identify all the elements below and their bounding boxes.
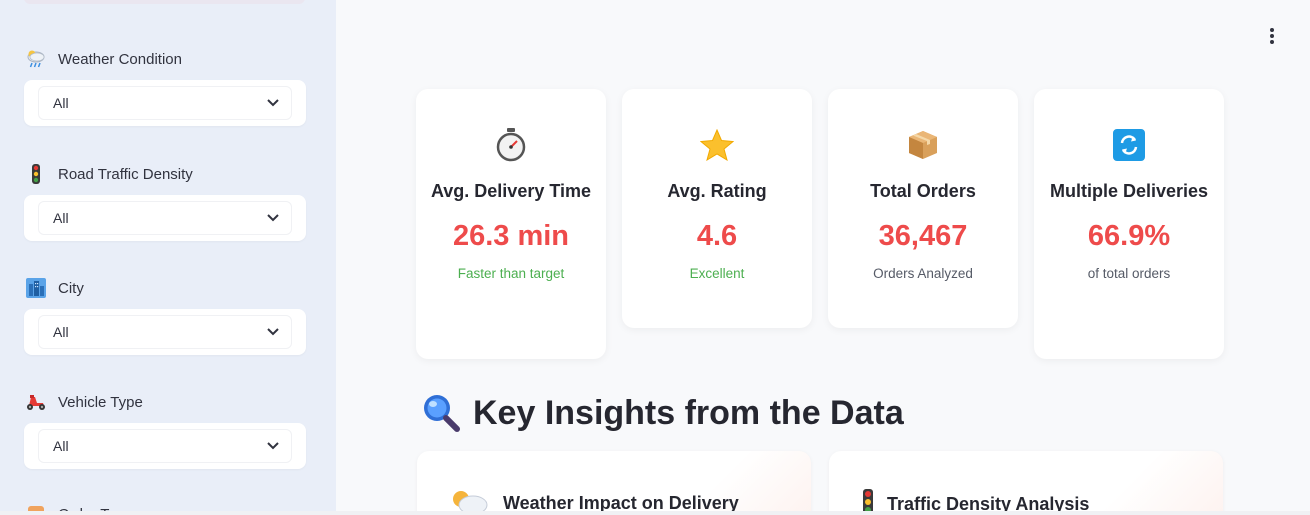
filter-traffic-label: Road Traffic Density [24, 163, 306, 185]
metric-value: 26.3 min [452, 220, 570, 252]
insight-card-traffic: Traffic Density Analysis [829, 451, 1223, 515]
chevron-down-icon [267, 328, 279, 336]
scooter-icon [24, 392, 48, 412]
sidebar: Weather Condition All Road Traffic Densi… [0, 0, 336, 515]
metric-value: 4.6 [696, 220, 738, 252]
metric-subtext: of total orders [1087, 266, 1171, 281]
metric-card-delivery-time: Avg. Delivery Time 26.3 min Faster than … [416, 89, 606, 359]
star-icon [622, 125, 812, 165]
select-value: All [53, 438, 69, 454]
filter-vehicle: Vehicle Type All [24, 391, 306, 469]
kebab-menu-icon[interactable] [1263, 26, 1281, 46]
chevron-down-icon [267, 214, 279, 222]
metric-title: Avg. Rating [667, 181, 767, 201]
metric-card-total-orders: Total Orders 36,467 Orders Analyzed [828, 89, 1018, 328]
stopwatch-icon [416, 125, 606, 165]
filter-vehicle-label: Vehicle Type [24, 391, 306, 413]
filter-label-text: City [58, 279, 84, 297]
chevron-down-icon [267, 442, 279, 450]
metric-title: Multiple Deliveries [1049, 181, 1209, 201]
package-icon [828, 125, 1018, 165]
repeat-icon [1034, 125, 1224, 165]
magnifier-icon [420, 392, 462, 434]
city-select[interactable]: All [24, 309, 306, 355]
traffic-light-icon [24, 164, 48, 184]
metric-subtext: Excellent [689, 266, 745, 281]
city-icon [24, 278, 48, 298]
weather-select[interactable]: All [24, 80, 306, 126]
metric-value: 66.9% [1087, 220, 1171, 252]
filter-label-text: Weather Condition [58, 50, 182, 68]
filter-city: City All [24, 277, 306, 355]
filter-traffic: Road Traffic Density All [24, 163, 306, 241]
select-value: All [53, 210, 69, 226]
filter-label-text: Vehicle Type [58, 393, 143, 411]
bottom-edge [0, 511, 1310, 515]
metric-value: 36,467 [878, 220, 968, 252]
vehicle-select[interactable]: All [24, 423, 306, 469]
sidebar-top-element [24, 0, 305, 4]
weather-icon [24, 49, 48, 69]
metric-subtext: Orders Analyzed [873, 266, 973, 281]
metric-title: Total Orders [870, 181, 976, 201]
filter-label-text: Road Traffic Density [58, 165, 193, 183]
select-value: All [53, 95, 69, 111]
section-title-text: Key Insights from the Data [473, 393, 904, 432]
select-value: All [53, 324, 69, 340]
filter-weather: Weather Condition All [24, 48, 306, 126]
app: Weather Condition All Road Traffic Densi… [0, 0, 1310, 515]
filter-city-label: City [24, 277, 306, 299]
chevron-down-icon [267, 99, 279, 107]
insight-card-weather: Weather Impact on Delivery [417, 451, 811, 515]
metric-card-rating: Avg. Rating 4.6 Excellent [622, 89, 812, 328]
metric-title: Avg. Delivery Time [430, 181, 592, 201]
filter-weather-label: Weather Condition [24, 48, 306, 70]
metric-subtext: Faster than target [457, 266, 565, 281]
metric-card-multiple-deliveries: Multiple Deliveries 66.9% of total order… [1034, 89, 1224, 359]
traffic-select[interactable]: All [24, 195, 306, 241]
key-insights-heading: Key Insights from the Data [420, 392, 904, 434]
